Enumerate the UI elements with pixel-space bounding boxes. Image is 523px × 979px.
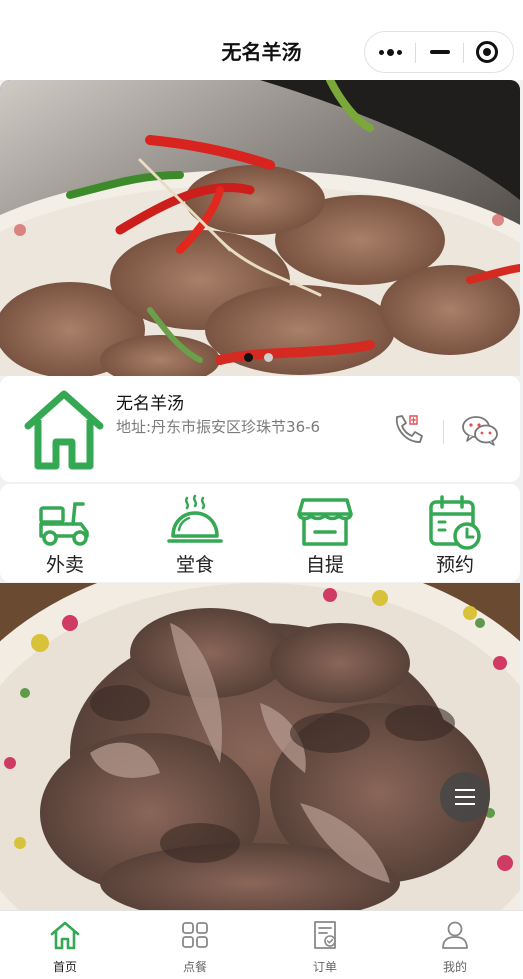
carousel-dot — [264, 353, 273, 362]
capsule-divider — [415, 43, 416, 63]
tab-label: 点餐 — [182, 960, 207, 974]
house-icon — [24, 390, 104, 470]
order-icon — [314, 921, 336, 949]
store-name: 无名羊汤 — [116, 394, 184, 414]
calendar-clock-icon — [429, 495, 481, 550]
grid-icon — [182, 922, 208, 948]
storefront-icon — [297, 498, 353, 546]
scooter-icon — [39, 502, 89, 546]
food-photo — [0, 583, 520, 910]
wechat-icon[interactable] — [461, 414, 499, 446]
tab-label: 首页 — [52, 960, 77, 974]
service-pickup[interactable]: 自提 — [260, 484, 390, 582]
close-target-icon[interactable] — [465, 32, 513, 72]
service-reservation[interactable]: 预约 — [390, 484, 520, 582]
service-label: 堂食 — [175, 554, 214, 576]
bottom-tab-bar: 首页 点餐 订单 我的 — [0, 910, 523, 979]
menu-capsule — [364, 31, 514, 73]
store-info-card: 无名羊汤 地址:丹东市振安区珍珠节36-6 — [0, 376, 520, 482]
phone-icon[interactable] — [391, 412, 425, 446]
food-image — [0, 583, 520, 910]
tab-home[interactable]: 首页 — [0, 911, 130, 979]
banner-image — [0, 80, 520, 376]
app-root: 无名羊汤 无名羊汤 地址:丹东市振安区珍珠节36-6 外卖 堂食 自提 预约 首… — [0, 0, 523, 979]
more-dots-icon[interactable] — [369, 32, 417, 72]
home-icon — [50, 921, 80, 950]
store-address: 地址:丹东市振安区珍珠节36-6 — [116, 418, 321, 436]
capsule-divider — [463, 43, 464, 63]
tab-label: 我的 — [442, 960, 467, 974]
banner-carousel[interactable] — [0, 80, 520, 376]
service-delivery[interactable]: 外卖 — [0, 484, 130, 582]
menu-line — [455, 796, 475, 798]
tab-label: 订单 — [312, 960, 337, 974]
service-label: 预约 — [435, 554, 474, 576]
tab-orders[interactable]: 订单 — [260, 911, 390, 979]
user-icon — [442, 921, 468, 949]
service-label: 自提 — [305, 554, 344, 576]
card-divider — [443, 420, 444, 444]
food-dome-icon — [167, 494, 223, 543]
minimize-icon[interactable] — [417, 32, 465, 72]
service-label: 外卖 — [45, 554, 84, 576]
tab-profile[interactable]: 我的 — [390, 911, 520, 979]
service-dine-in[interactable]: 堂食 — [130, 484, 260, 582]
tab-order-food[interactable]: 点餐 — [130, 911, 260, 979]
carousel-dot-active — [244, 353, 253, 362]
navigation-bar: 无名羊汤 — [0, 0, 523, 80]
service-grid: 外卖 堂食 自提 预约 — [0, 484, 520, 582]
menu-line — [455, 789, 475, 791]
menu-line — [455, 803, 475, 805]
floating-menu-button[interactable] — [440, 772, 490, 822]
